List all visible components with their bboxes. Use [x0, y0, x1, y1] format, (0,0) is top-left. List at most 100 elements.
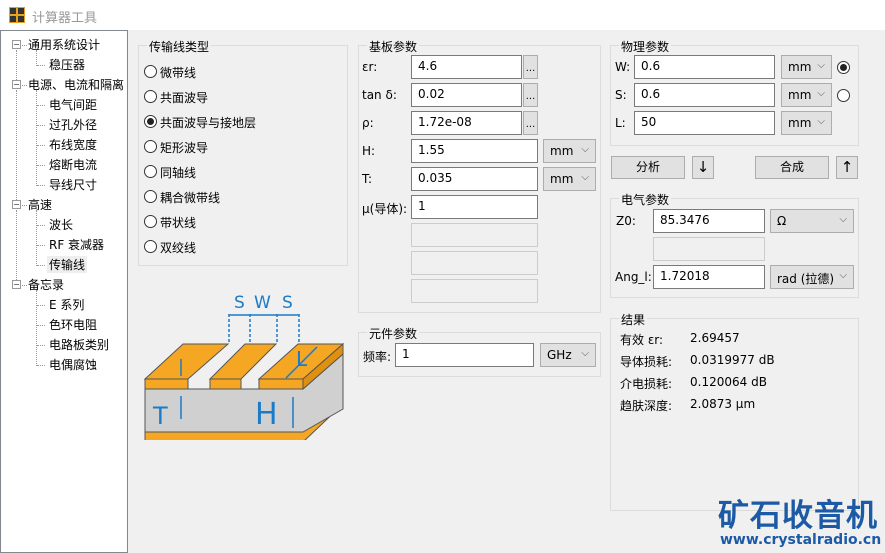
line-type-radio[interactable]: [144, 165, 157, 178]
line-type-radio[interactable]: [144, 190, 157, 203]
l-label: L: [296, 347, 308, 371]
unit-select[interactable]: mm ⌵: [781, 111, 832, 135]
collapse-icon[interactable]: −: [12, 40, 21, 49]
line-type-label[interactable]: 带状线: [160, 214, 196, 231]
tree-item[interactable]: 过孔外径: [47, 116, 99, 133]
group-title: 电气参数: [619, 191, 672, 208]
result-value: 2.0873 μm: [690, 397, 756, 411]
title-bar: 计算器工具: [0, 0, 885, 30]
tree-item[interactable]: 熔断电流: [47, 156, 99, 173]
tree-item[interactable]: 电气间距: [47, 96, 99, 113]
tree-item[interactable]: 布线宽度: [47, 136, 99, 153]
substrate-input[interactable]: 1: [411, 195, 538, 219]
h-label: H: [255, 397, 278, 432]
tree-item[interactable]: 电偶腐蚀: [47, 356, 99, 373]
s-label-left: S: [234, 293, 245, 313]
substrate-label: ρ:: [362, 116, 374, 130]
unit-select[interactable]: mm ⌵: [781, 55, 832, 79]
line-type-radio[interactable]: [144, 115, 157, 128]
tree-connector: [16, 90, 17, 202]
line-type-radio[interactable]: [144, 65, 157, 78]
more-button[interactable]: ...: [523, 83, 538, 107]
line-type-radio[interactable]: [144, 215, 157, 228]
line-type-label[interactable]: 矩形波导: [160, 139, 208, 156]
line-type-label[interactable]: 同轴线: [160, 164, 196, 181]
collapse-icon[interactable]: −: [12, 80, 21, 89]
substrate-input[interactable]: 4.6: [411, 55, 522, 79]
tree-connector: [22, 45, 27, 46]
collapse-icon[interactable]: −: [12, 200, 21, 209]
disabled-field: [653, 237, 765, 261]
line-type-label[interactable]: 耦合微带线: [160, 189, 220, 206]
tree-item[interactable]: RF 衰减器: [47, 236, 106, 253]
line-type-radio[interactable]: [144, 90, 157, 103]
more-button[interactable]: ...: [523, 55, 538, 79]
arrow-up-icon[interactable]: ↑: [836, 156, 858, 179]
tree-group-2[interactable]: 高速: [28, 196, 52, 213]
tree-item[interactable]: 色环电阻: [47, 316, 99, 333]
line-type-label[interactable]: 双绞线: [160, 239, 196, 256]
result-value: 0.120064 dB: [690, 375, 767, 389]
line-type-radio[interactable]: [144, 140, 157, 153]
unit-value: mm: [550, 172, 574, 186]
unit-select[interactable]: mm ⌵: [543, 139, 596, 163]
freq-unit-select[interactable]: GHz ⌵: [540, 343, 596, 367]
ang-input[interactable]: 1.72018: [653, 265, 765, 289]
synthesize-button[interactable]: 合成: [755, 156, 829, 179]
window-title: 计算器工具: [32, 11, 98, 26]
group-title: 物理参数: [619, 38, 672, 55]
tree-connector: [37, 325, 45, 326]
tree-connector: [37, 145, 45, 146]
arrow-down-icon[interactable]: ↓: [692, 156, 714, 179]
tree-group-0[interactable]: 通用系统设计: [28, 36, 100, 53]
z0-input[interactable]: 85.3476: [653, 209, 765, 233]
unit-select[interactable]: mm ⌵: [781, 83, 832, 107]
substrate-input[interactable]: 0.02: [411, 83, 522, 107]
tree-connector: [22, 285, 27, 286]
unit-value: mm: [788, 116, 812, 130]
watermark-url: www.crystalradio.cn: [720, 532, 882, 548]
chevron-down-icon: ⌵: [817, 88, 825, 99]
physical-input[interactable]: 0.6: [634, 83, 775, 107]
t-label: T: [152, 402, 168, 430]
line-type-label[interactable]: 共面波导与接地层: [160, 114, 256, 131]
z0-unit-select[interactable]: Ω ⌵: [770, 209, 854, 233]
freq-input[interactable]: 1: [395, 343, 534, 367]
ang-label: Ang_l:: [615, 270, 652, 284]
substrate-input[interactable]: 0.035: [411, 167, 538, 191]
tree-connector: [37, 305, 45, 306]
unit-select[interactable]: mm ⌵: [543, 167, 596, 191]
result-label: 介电损耗:: [620, 377, 673, 391]
tree-connector: [22, 205, 27, 206]
tree-group-3[interactable]: 备忘录: [28, 276, 64, 293]
result-value: 2.69457: [690, 331, 740, 345]
tree-connector: [37, 265, 45, 266]
radio-solve-w[interactable]: [837, 61, 850, 74]
radio-solve-s[interactable]: [837, 89, 850, 102]
collapse-icon[interactable]: −: [12, 280, 21, 289]
line-type-label[interactable]: 微带线: [160, 64, 196, 81]
result-label: 导体损耗:: [620, 355, 673, 369]
tree-item[interactable]: 稳压器: [47, 56, 87, 73]
tree-item[interactable]: 波长: [47, 216, 75, 233]
tree-group-1[interactable]: 电源、电流和隔离: [28, 76, 124, 93]
more-button[interactable]: ...: [523, 111, 538, 135]
line-type-label[interactable]: 共面波导: [160, 89, 208, 106]
substrate-label: tan δ:: [362, 88, 397, 102]
analyze-button[interactable]: 分析: [611, 156, 685, 179]
tree-item[interactable]: 电路板类别: [47, 336, 111, 353]
substrate-input[interactable]: 1.72e-08: [411, 111, 522, 135]
substrate-input[interactable]: 1.55: [411, 139, 538, 163]
freq-unit-value: GHz: [547, 348, 572, 362]
freq-label: 频率:: [363, 350, 392, 364]
tree-item[interactable]: 导线尺寸: [47, 176, 99, 193]
calculator-icon: [9, 7, 25, 23]
tree-item[interactable]: 传输线: [47, 256, 88, 273]
z0-unit-value: Ω: [777, 214, 787, 228]
tree-item[interactable]: E 系列: [47, 296, 86, 313]
ang-unit-select[interactable]: rad (拉德) ⌵: [770, 265, 854, 289]
line-type-radio[interactable]: [144, 240, 157, 253]
nav-tree[interactable]: − 通用系统设计 稳压器 − 电源、电流和隔离 电气间距 过孔外径 布线宽度 熔断电流 导线尺寸 −…: [0, 30, 128, 553]
physical-input[interactable]: 50: [634, 111, 775, 135]
physical-input[interactable]: 0.6: [634, 55, 775, 79]
